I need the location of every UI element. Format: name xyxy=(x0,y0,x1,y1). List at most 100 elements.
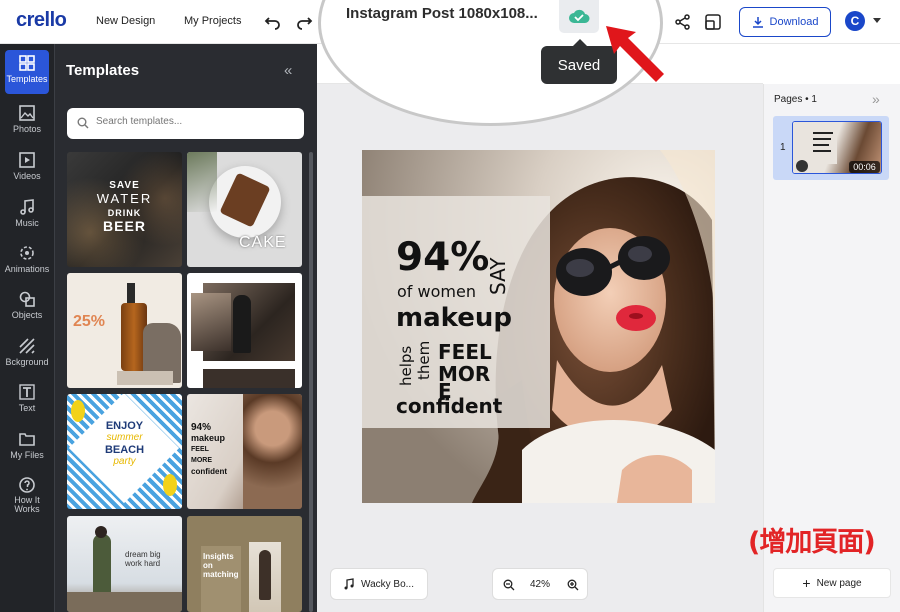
rail-item-text[interactable]: Text xyxy=(0,379,54,423)
rail-item-background[interactable]: Bckground xyxy=(0,333,54,377)
download-icon xyxy=(752,17,763,28)
rail-label: Videos xyxy=(13,171,41,181)
help-icon xyxy=(19,477,35,493)
nav-my-projects[interactable]: My Projects xyxy=(184,15,241,27)
template-thumbnail[interactable] xyxy=(187,273,302,388)
cloud-saved-icon xyxy=(569,9,590,23)
save-status[interactable] xyxy=(559,0,599,33)
thumb-text: DRINK xyxy=(107,208,142,218)
rail-label: Music xyxy=(15,218,39,228)
design-of-women[interactable]: of women xyxy=(397,282,476,301)
thumb-text: SAVE xyxy=(109,180,140,191)
video-icon xyxy=(19,152,35,168)
thumb-text: FEEL xyxy=(191,446,209,453)
panel-title: Templates xyxy=(66,62,140,79)
panel-scrollbar[interactable] xyxy=(309,152,313,612)
grid-icon xyxy=(19,55,35,71)
crello-editor: crello New Design My Projects Download C… xyxy=(0,0,900,612)
share-icon[interactable] xyxy=(674,13,692,31)
page-duration: 00:06 xyxy=(849,161,880,173)
thumb-text: 25% xyxy=(73,313,106,330)
crello-logo[interactable]: crello xyxy=(16,9,67,32)
rail-label: How It Works xyxy=(14,495,40,514)
design-percent[interactable]: 94% xyxy=(396,238,489,277)
undo-icon[interactable] xyxy=(263,11,283,31)
zoom-level: 42% xyxy=(530,579,551,590)
plus-icon: + xyxy=(802,575,811,591)
collapse-panel-icon[interactable]: « xyxy=(284,62,292,79)
nav-new-design[interactable]: New Design xyxy=(96,15,155,27)
page-thumbnail[interactable]: 00:06 xyxy=(792,121,882,174)
search-box[interactable] xyxy=(67,108,304,139)
rail-label: Animations xyxy=(4,264,50,274)
thumb-text: matching xyxy=(203,570,239,579)
rail-item-photos[interactable]: Photos xyxy=(0,100,54,144)
pages-title: Pages • 1 xyxy=(774,94,817,105)
rail-label: Text xyxy=(18,403,36,413)
background-icon xyxy=(19,338,35,354)
expand-pages-icon[interactable]: » xyxy=(872,91,880,107)
design-canvas[interactable]: 94% of women SAY makeup helps them FEEL … xyxy=(362,150,715,503)
text-icon xyxy=(19,384,35,400)
music-note-icon xyxy=(344,578,354,590)
rail-item-my-files[interactable]: My Files xyxy=(0,426,54,470)
thumb-text: CAKE xyxy=(239,234,287,251)
rail-label: Objects xyxy=(11,310,43,320)
download-label: Download xyxy=(769,16,819,28)
rail-label: Bckground xyxy=(5,357,49,367)
thumb-text: summer xyxy=(106,432,143,443)
design-feel[interactable]: FEEL xyxy=(438,341,492,363)
templates-panel: Templates « SAVE WATER DRINK BEER CAKE xyxy=(54,44,317,612)
rail-label: My Files xyxy=(10,450,44,460)
thumb-text: BEER xyxy=(103,218,146,234)
template-thumbnail[interactable]: SAVE WATER DRINK BEER xyxy=(67,152,182,267)
rail-item-how-it-works[interactable]: How It Works xyxy=(0,472,54,524)
rail-item-music[interactable]: Music xyxy=(0,194,54,238)
zoom-in-icon[interactable] xyxy=(567,579,579,591)
music-track-button[interactable]: Wacky Bo... xyxy=(330,568,428,600)
rail-item-videos[interactable]: Videos xyxy=(0,147,54,191)
design-helps[interactable]: helps xyxy=(397,346,415,386)
music-note-icon xyxy=(20,199,34,215)
thumb-text: party xyxy=(113,456,136,467)
rail-label: Templates xyxy=(6,74,48,84)
design-say[interactable]: SAY xyxy=(486,235,510,295)
image-icon xyxy=(19,105,35,121)
rail-item-animations[interactable]: Animations xyxy=(0,240,54,284)
thumb-text: WATER xyxy=(96,191,153,206)
annotation-label: (增加頁面) xyxy=(748,527,876,558)
rail-item-templates[interactable]: Templates xyxy=(5,50,49,94)
page-card[interactable]: 1 00:06 xyxy=(773,116,889,180)
template-thumbnail[interactable]: CAKE xyxy=(187,152,302,267)
animation-icon xyxy=(20,246,34,260)
thumb-text: 94% xyxy=(191,422,212,433)
zoom-control: 42% xyxy=(492,568,588,600)
thumb-text: BEACH xyxy=(104,444,145,456)
left-rail: Templates Photos Videos Music Animations… xyxy=(0,44,54,612)
thumb-text: on xyxy=(203,561,213,570)
document-title[interactable]: Instagram Post 1080x108... xyxy=(346,5,538,22)
new-page-label: New page xyxy=(816,577,862,589)
redo-icon[interactable] xyxy=(294,11,314,31)
zoom-out-icon[interactable] xyxy=(503,579,515,591)
template-thumbnail[interactable]: 94% makeup FEEL MORE confident xyxy=(187,394,302,509)
thumb-text: confident xyxy=(191,467,227,476)
thumb-text: dream big xyxy=(125,550,161,559)
avatar[interactable]: C xyxy=(845,11,865,31)
chevron-down-icon[interactable] xyxy=(873,18,881,23)
rail-item-objects[interactable]: Objects xyxy=(0,286,54,330)
template-thumbnail[interactable]: dream big work hard xyxy=(67,516,182,612)
new-page-button[interactable]: + New page xyxy=(773,568,891,598)
download-button[interactable]: Download xyxy=(739,7,831,37)
page-number: 1 xyxy=(780,142,786,153)
design-makeup[interactable]: makeup xyxy=(396,303,512,333)
design-them[interactable]: them xyxy=(415,341,433,380)
resize-icon[interactable] xyxy=(704,13,722,31)
thumb-text: work hard xyxy=(125,559,161,568)
design-confident[interactable]: confident xyxy=(396,394,502,418)
template-thumbnail[interactable]: 25% xyxy=(67,273,182,388)
template-thumbnail[interactable]: Insights on matching xyxy=(187,516,302,612)
search-input[interactable] xyxy=(96,116,296,127)
shapes-icon xyxy=(19,291,35,307)
template-thumbnail[interactable]: ENJOY summer BEACH party xyxy=(67,394,182,509)
